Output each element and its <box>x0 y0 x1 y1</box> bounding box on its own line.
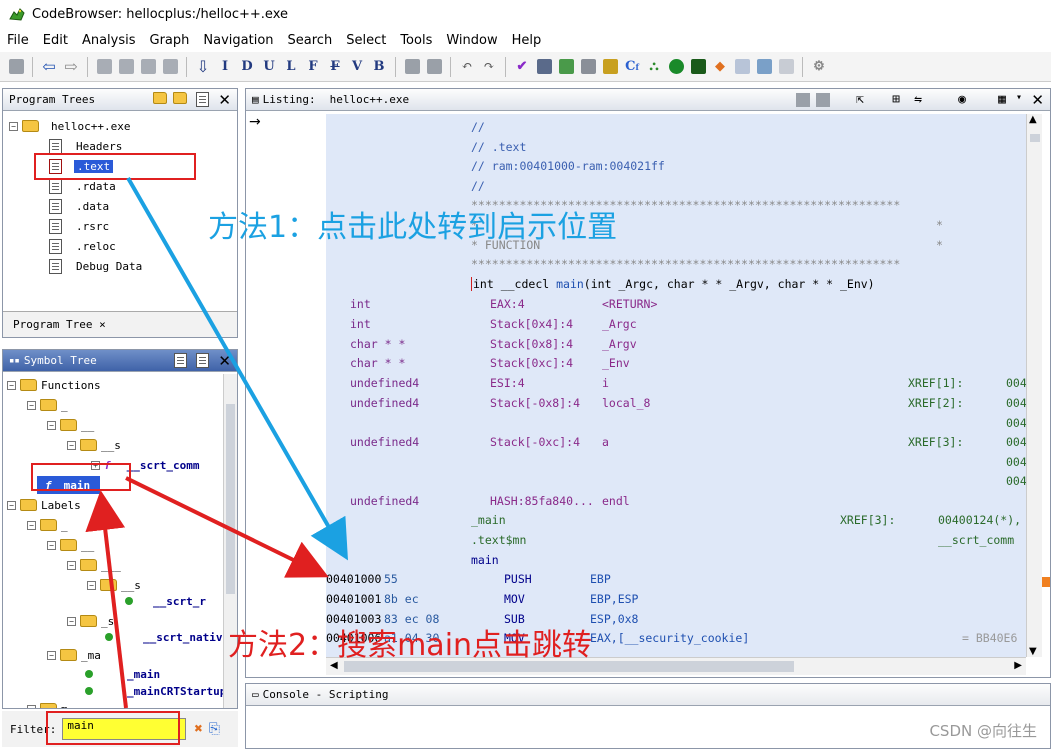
arrow-red-filter <box>85 490 128 709</box>
watermark: CSDN @向往生 <box>929 722 1037 740</box>
annotation-method1: 方法1：点击此处转到启示位置 <box>208 210 618 245</box>
annotation-method2: 方法2：搜索main点击跳转 <box>228 628 593 663</box>
arrow-red-main <box>125 476 329 578</box>
